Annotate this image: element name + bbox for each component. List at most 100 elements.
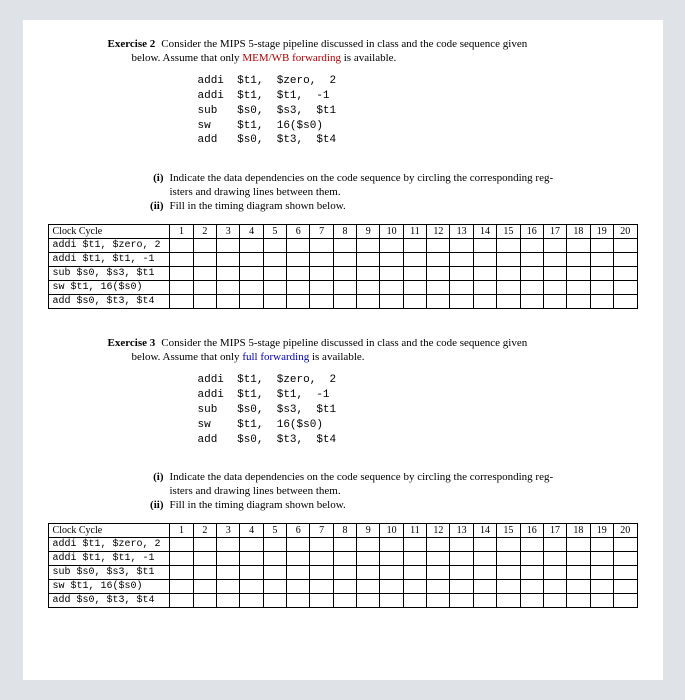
cycle-num: 9 <box>357 225 380 239</box>
part-i: (i) Indicate the data dependencies on th… <box>138 172 638 184</box>
part-text-cont: isters and drawing lines between them. <box>170 186 341 198</box>
cycle-num: 14 <box>473 225 496 239</box>
cycle-num: 4 <box>240 225 263 239</box>
cycle-num: 15 <box>497 524 520 538</box>
table-row: addi $t1, $t1, -1 <box>48 552 637 566</box>
cycle-num: 3 <box>217 524 240 538</box>
table-row: sw $t1, 16($s0) <box>48 580 637 594</box>
cycle-num: 3 <box>217 225 240 239</box>
cycle-num: 13 <box>450 225 473 239</box>
sublist: (i) Indicate the data dependencies on th… <box>48 172 638 212</box>
cycle-num: 8 <box>333 524 356 538</box>
table-row: sub $s0, $s3, $t1 <box>48 267 637 281</box>
instr-cell: addi $t1, $zero, 2 <box>48 239 170 253</box>
highlight-memwb: MEM/WB forwarding <box>242 52 341 64</box>
cycle-num: 10 <box>380 524 403 538</box>
cycle-num: 6 <box>287 524 310 538</box>
instr-cell: sw $t1, 16($s0) <box>48 580 170 594</box>
cycle-num: 15 <box>497 225 520 239</box>
code-block: addi $t1, $zero, 2 addi $t1, $t1, -1 sub… <box>48 74 638 148</box>
table-row: add $s0, $t3, $t4 <box>48 594 637 608</box>
cycle-num: 19 <box>590 524 613 538</box>
intro-part-a: below. Assume that only <box>132 351 243 363</box>
timing-table: Clock Cycle 1 2 3 4 5 6 7 8 9 10 11 12 1… <box>48 523 638 608</box>
instr-cell: sub $s0, $s3, $t1 <box>48 267 170 281</box>
exercise-label: Exercise 2 <box>48 38 156 50</box>
cycle-num: 20 <box>613 225 637 239</box>
cycle-num: 20 <box>613 524 637 538</box>
exercise-header: Exercise 2 Consider the MIPS 5-stage pip… <box>48 38 638 50</box>
instr-cell: add $s0, $t3, $t4 <box>48 295 170 309</box>
timing-table: Clock Cycle 1 2 3 4 5 6 7 8 9 10 11 12 1… <box>48 224 638 309</box>
part-ii: (ii) Fill in the timing diagram shown be… <box>138 499 638 511</box>
cycle-num: 5 <box>263 225 286 239</box>
cycle-num: 17 <box>543 524 566 538</box>
cycle-num: 1 <box>170 225 193 239</box>
cycle-num: 16 <box>520 225 543 239</box>
intro-part-b: is available. <box>341 52 396 64</box>
cycle-num: 5 <box>263 524 286 538</box>
table-header-row: Clock Cycle 1 2 3 4 5 6 7 8 9 10 11 12 1… <box>48 524 637 538</box>
cycle-num: 4 <box>240 524 263 538</box>
cycle-num: 2 <box>193 225 216 239</box>
exercise-header: Exercise 3 Consider the MIPS 5-stage pip… <box>48 337 638 349</box>
table-header-row: Clock Cycle 1 2 3 4 5 6 7 8 9 10 11 12 1… <box>48 225 637 239</box>
part-text: Indicate the data dependencies on the co… <box>170 172 638 184</box>
part-marker: (i) <box>138 172 164 184</box>
cycle-num: 17 <box>543 225 566 239</box>
instr-cell: addi $t1, $t1, -1 <box>48 253 170 267</box>
table-row: addi $t1, $zero, 2 <box>48 239 637 253</box>
cycle-num: 11 <box>403 524 426 538</box>
code-block: addi $t1, $zero, 2 addi $t1, $t1, -1 sub… <box>48 373 638 447</box>
cycle-num: 18 <box>567 524 590 538</box>
part-text: Fill in the timing diagram shown below. <box>170 200 638 212</box>
page: Exercise 2 Consider the MIPS 5-stage pip… <box>23 20 663 680</box>
part-text: Fill in the timing diagram shown below. <box>170 499 638 511</box>
cycle-num: 19 <box>590 225 613 239</box>
exercise-2: Exercise 2 Consider the MIPS 5-stage pip… <box>48 38 638 309</box>
cycle-num: 8 <box>333 225 356 239</box>
exercise-intro-1: Consider the MIPS 5-stage pipeline discu… <box>161 38 637 50</box>
cycle-num: 7 <box>310 524 333 538</box>
table-row: addi $t1, $zero, 2 <box>48 538 637 552</box>
cycle-num: 12 <box>427 524 450 538</box>
instr-cell: sw $t1, 16($s0) <box>48 281 170 295</box>
part-marker: (ii) <box>138 499 164 511</box>
exercise-label: Exercise 3 <box>48 337 156 349</box>
cycle-num: 6 <box>287 225 310 239</box>
cycle-num: 18 <box>567 225 590 239</box>
part-text: Indicate the data dependencies on the co… <box>170 471 638 483</box>
exercise-intro-1: Consider the MIPS 5-stage pipeline discu… <box>161 337 637 349</box>
instr-cell: sub $s0, $s3, $t1 <box>48 566 170 580</box>
table-row: sub $s0, $s3, $t1 <box>48 566 637 580</box>
part-marker: (ii) <box>138 200 164 212</box>
table-row: add $s0, $t3, $t4 <box>48 295 637 309</box>
exercise-intro-2: below. Assume that only MEM/WB forwardin… <box>48 52 638 64</box>
highlight-full-fwd: full forwarding <box>242 351 309 363</box>
table-row: addi $t1, $t1, -1 <box>48 253 637 267</box>
part-i-cont: isters and drawing lines between them. <box>138 186 638 198</box>
cycle-num: 9 <box>357 524 380 538</box>
part-text-cont: isters and drawing lines between them. <box>170 485 341 497</box>
intro-part-b: is available. <box>309 351 364 363</box>
clock-cycle-header: Clock Cycle <box>48 524 170 538</box>
sublist: (i) Indicate the data dependencies on th… <box>48 471 638 511</box>
exercise-3: Exercise 3 Consider the MIPS 5-stage pip… <box>48 337 638 608</box>
cycle-num: 13 <box>450 524 473 538</box>
cycle-num: 10 <box>380 225 403 239</box>
instr-cell: addi $t1, $t1, -1 <box>48 552 170 566</box>
cycle-num: 11 <box>403 225 426 239</box>
cycle-num: 14 <box>473 524 496 538</box>
cycle-num: 1 <box>170 524 193 538</box>
part-marker: (i) <box>138 471 164 483</box>
cycle-num: 12 <box>427 225 450 239</box>
part-ii: (ii) Fill in the timing diagram shown be… <box>138 200 638 212</box>
cycle-num: 16 <box>520 524 543 538</box>
cycle-num: 2 <box>193 524 216 538</box>
instr-cell: add $s0, $t3, $t4 <box>48 594 170 608</box>
intro-part-a: below. Assume that only <box>132 52 243 64</box>
instr-cell: addi $t1, $zero, 2 <box>48 538 170 552</box>
cycle-num: 7 <box>310 225 333 239</box>
table-row: sw $t1, 16($s0) <box>48 281 637 295</box>
part-i: (i) Indicate the data dependencies on th… <box>138 471 638 483</box>
